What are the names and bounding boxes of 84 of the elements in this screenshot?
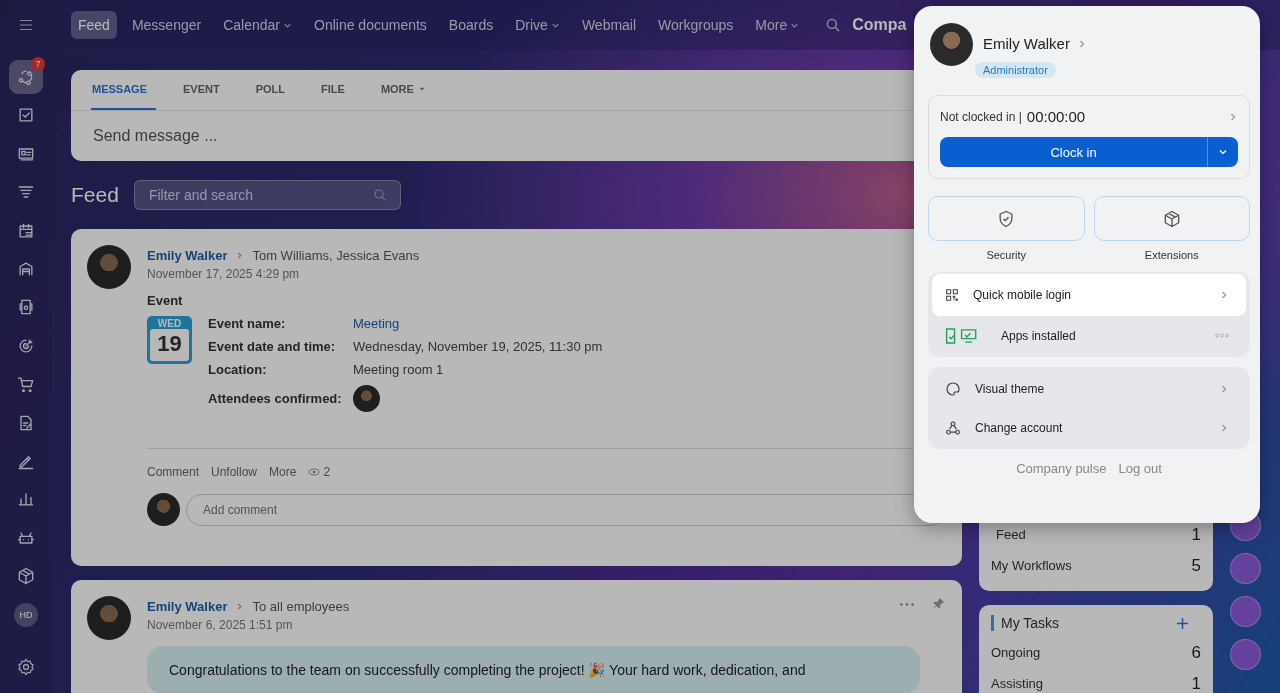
feed-title: Feed [71,183,119,207]
event-name-link[interactable]: Meeting [353,316,603,331]
attendee-avatar[interactable] [353,385,380,412]
field-label: Event name: [208,316,287,331]
composer-tab[interactable]: POLL [254,70,295,110]
post-action-link[interactable]: More [269,465,297,479]
sidebar-item[interactable]: 7 [9,60,43,94]
nav-link[interactable]: Workgroups [651,11,741,39]
view-count: 2 [323,465,331,479]
avatar [930,23,973,66]
counter-label[interactable]: Feed [991,527,1026,542]
footer-link[interactable]: Company pulse [1016,461,1107,476]
palette-icon [944,379,962,398]
chevron-right-icon [1219,383,1229,394]
recipients: To all employees [252,599,350,614]
day-number: 19 [150,329,189,361]
nav-link[interactable]: Drive [508,11,567,39]
field-value: Meeting room 1 [353,362,445,377]
field-label: Attendees confirmed: [208,391,343,406]
notification-badge: 7 [31,57,45,71]
avatar [147,493,180,526]
avatar [87,245,131,289]
nav-link[interactable]: More [748,11,807,39]
menu-item[interactable]: Quick mobile login [932,274,1246,316]
task-counter-label[interactable]: Assisting [991,676,1044,691]
post-time: November 17, 2025 4:29 pm [147,267,301,281]
tile-label: Extensions [1144,249,1199,261]
clock-in-button[interactable]: Clock in [940,137,1208,167]
weekday: WED [157,318,182,329]
task-counter-value: 1 [1191,673,1201,693]
counter-value: 5 [1191,555,1201,576]
task-counter-label[interactable]: Ongoing [991,645,1041,660]
avatar [87,596,131,640]
menu-item[interactable]: Visual theme [928,369,1250,408]
post-action-link[interactable]: Unfollow [211,465,258,479]
qr-code-icon [944,287,960,303]
message-text: Congratulations to the team on successfully completing the project! 🎉 Your hard work, dedication, and [169,662,807,678]
nav-link[interactable]: Messenger [124,11,209,39]
user-initials-avatar[interactable]: HD [14,603,38,628]
menu-item[interactable]: Change account [928,408,1250,447]
nav-link[interactable]: Feed [71,11,117,39]
user-name-link[interactable]: Emily Walker [983,35,1087,52]
role-badge: Administrator [975,62,1056,78]
footer-link[interactable]: Log out [1118,461,1162,476]
counter-value: 1 [1191,524,1201,545]
task-counter-value: 6 [1191,642,1201,663]
post-time: November 6, 2025 1:51 pm [147,618,294,632]
chevron-right-icon [235,251,245,260]
nav-link[interactable]: Boards [441,11,501,39]
chevron-right-icon [1219,290,1229,300]
add-icon[interactable] [1176,616,1189,630]
nav-link[interactable]: Online documents [307,11,434,39]
pin-icon[interactable] [931,596,946,611]
field-label: Event date and time: [208,339,337,354]
nav-link[interactable]: Webmail [574,11,644,39]
composer-tab[interactable]: FILE [320,70,354,110]
settings-icon[interactable] [16,657,36,677]
dropdown-button[interactable] [1208,137,1238,167]
account-nodes-icon [944,418,962,437]
recipients: Tom Williams, Jessica Evans [252,248,420,263]
company-name: Compa [852,16,907,34]
search-icon [371,187,388,203]
field-label: Location: [208,362,268,377]
chevron-right-icon [1219,422,1229,433]
tasks-title: My Tasks [991,615,1060,631]
post-heading: Event [147,293,184,308]
message-input[interactable]: Send message ... [91,126,495,146]
more-icon[interactable] [899,602,915,607]
counter-label[interactable]: My Workflows [991,558,1072,573]
composer-tab[interactable]: MORE [379,70,435,110]
menu-item[interactable]: Apps installed [928,316,1250,355]
author-link[interactable]: Emily Walker [147,599,228,614]
clock-timer: 00:00:00 [1026,108,1086,125]
post-action-link[interactable]: Comment [147,465,199,479]
tile-label: Security [986,249,1027,261]
composer-tab[interactable]: EVENT [182,70,229,110]
author-link[interactable]: Emily Walker [147,248,228,263]
chevron-right-icon [235,602,245,611]
composer-tab[interactable]: MESSAGE [91,70,156,110]
eye-icon [308,468,321,476]
clock-status: Not clocked in | [940,109,1022,124]
box-icon [16,566,36,587]
field-value: Wednesday, November 19, 2025, 11:30 pm [353,339,603,354]
nav-link[interactable]: Calendar [216,11,299,39]
